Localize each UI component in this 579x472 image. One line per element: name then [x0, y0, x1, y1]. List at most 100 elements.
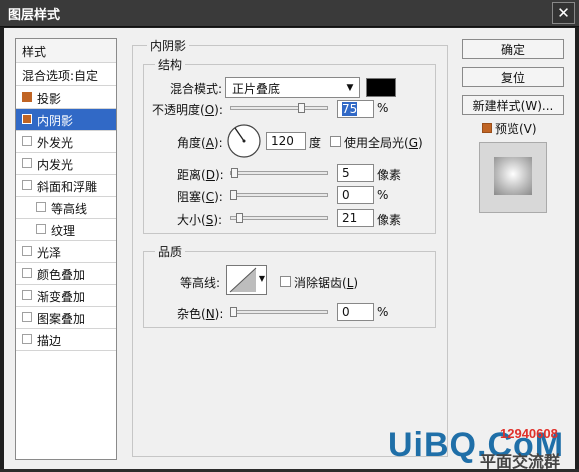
distance-input[interactable]: 5	[337, 164, 374, 182]
style-item-checkbox[interactable]	[22, 268, 32, 278]
style-item[interactable]: 渐变叠加	[16, 285, 116, 307]
style-item[interactable]: 图案叠加	[16, 307, 116, 329]
distance-slider-thumb[interactable]	[231, 168, 238, 178]
style-item-checkbox[interactable]	[22, 136, 32, 146]
style-item-label: 内阴影	[37, 114, 74, 128]
style-item-checkbox[interactable]	[36, 202, 46, 212]
opacity-slider-track[interactable]	[230, 106, 328, 110]
distance-slider-track[interactable]	[230, 171, 328, 175]
style-item-label: 纹理	[51, 224, 76, 238]
styles-header[interactable]: 样式	[16, 39, 116, 63]
styles-list: 样式 混合选项:自定 投影内阴影外发光内发光斜面和浮雕等高线纹理光泽颜色叠加渐变…	[15, 38, 117, 460]
quality-title: 品质	[155, 243, 186, 260]
style-item[interactable]: 内阴影	[16, 109, 116, 131]
blend-options-item[interactable]: 混合选项:自定	[16, 64, 116, 86]
opacity-slider-thumb[interactable]	[298, 103, 305, 113]
style-item-checkbox[interactable]	[22, 312, 32, 322]
style-item-checkbox[interactable]	[22, 290, 32, 300]
style-item[interactable]: 描边	[16, 329, 116, 351]
angle-label: 角度(A):	[177, 136, 223, 150]
layer-style-dialog: 图层样式 ✕ 样式 混合选项:自定 投影 内阴影 外发光 内发光 斜面和浮雕 等高线 纹理光…	[0, 0, 579, 471]
section-title: 内阴影	[147, 37, 190, 54]
style-item-label: 内发光	[37, 158, 74, 172]
preview-thumbnail	[479, 142, 547, 213]
style-item[interactable]: 等高线	[16, 197, 116, 219]
preview-label: 预览(V)	[495, 122, 537, 136]
noise-slider-thumb[interactable]	[230, 307, 237, 317]
style-item-checkbox[interactable]	[22, 92, 32, 102]
style-item-label: 描边	[37, 334, 62, 348]
size-unit: 像素	[377, 213, 402, 227]
watermark-number: 12940608	[500, 426, 558, 441]
choke-unit: %	[377, 188, 389, 202]
style-item-checkbox[interactable]	[36, 224, 46, 234]
styles-header-label: 样式	[22, 45, 47, 59]
style-item[interactable]: 内发光	[16, 153, 116, 175]
angle-input[interactable]: 120	[266, 132, 306, 150]
ok-button[interactable]: 确定	[462, 39, 564, 59]
contour-picker[interactable]: ▼	[226, 265, 267, 295]
distance-unit: 像素	[377, 168, 402, 182]
new-style-button[interactable]: 新建样式(W)...	[462, 95, 564, 115]
style-item-label: 渐变叠加	[37, 290, 86, 304]
style-item-label: 等高线	[51, 202, 88, 216]
contour-label: 等高线:	[180, 276, 221, 290]
size-input[interactable]: 21	[337, 209, 374, 227]
opacity-input[interactable]: 75	[337, 100, 374, 118]
style-item-checkbox[interactable]	[22, 334, 32, 344]
style-item[interactable]: 光泽	[16, 241, 116, 263]
opacity-unit: %	[377, 101, 389, 115]
style-item[interactable]: 纹理	[16, 219, 116, 241]
angle-unit: 度	[309, 136, 322, 150]
contour-curve-icon	[229, 267, 257, 293]
blend-options-label: 混合选项:自定	[22, 69, 99, 83]
style-item[interactable]: 外发光	[16, 131, 116, 153]
choke-input[interactable]: 0	[337, 186, 374, 204]
size-slider-thumb[interactable]	[236, 213, 243, 223]
size-label: 大小(S):	[177, 213, 223, 227]
angle-dial[interactable]	[226, 123, 262, 159]
style-item[interactable]: 颜色叠加	[16, 263, 116, 285]
chevron-down-icon: ▼	[346, 82, 354, 93]
style-item-checkbox[interactable]	[22, 246, 32, 256]
style-item-label: 斜面和浮雕	[37, 180, 98, 194]
preview-checkbox[interactable]	[482, 123, 492, 133]
style-item[interactable]: 斜面和浮雕	[16, 175, 116, 197]
choke-slider-thumb[interactable]	[230, 190, 237, 200]
style-item-checkbox[interactable]	[22, 180, 32, 190]
style-item-label: 光泽	[37, 246, 62, 260]
reset-button[interactable]: 复位	[462, 67, 564, 87]
blend-mode-label: 混合模式:	[170, 82, 223, 96]
style-item-label: 投影	[37, 92, 62, 106]
blend-mode-select[interactable]: 正片叠底 ▼	[225, 77, 360, 98]
noise-label: 杂色(N):	[177, 307, 224, 321]
style-item-label: 图案叠加	[37, 312, 86, 326]
close-button[interactable]: ✕	[552, 2, 575, 24]
global-light-checkbox[interactable]	[330, 136, 341, 147]
close-icon: ✕	[557, 4, 570, 22]
size-slider-track[interactable]	[230, 216, 328, 220]
choke-slider-track[interactable]	[230, 193, 328, 197]
title-bar: 图层样式 ✕	[0, 0, 579, 27]
contour-dropdown-icon: ▼	[258, 274, 265, 283]
noise-slider-track[interactable]	[230, 310, 328, 314]
noise-input[interactable]: 0	[337, 303, 374, 321]
antialias-checkbox[interactable]	[280, 276, 291, 287]
style-item[interactable]: 投影	[16, 87, 116, 109]
watermark-subtext: 平面交流群	[480, 454, 561, 471]
structure-title: 结构	[155, 56, 186, 73]
blend-mode-value: 正片叠底	[232, 82, 281, 96]
global-light-label: 使用全局光(G)	[344, 136, 423, 150]
antialias-label: 消除锯齿(L)	[294, 276, 359, 290]
distance-label: 距离(D):	[177, 168, 224, 182]
shadow-color-swatch[interactable]	[366, 78, 396, 97]
preview-swatch	[494, 157, 532, 195]
style-item-checkbox[interactable]	[22, 114, 32, 124]
style-item-checkbox[interactable]	[22, 158, 32, 168]
opacity-label: 不透明度(O):	[152, 103, 223, 117]
choke-label: 阻塞(C):	[177, 190, 223, 204]
style-item-label: 颜色叠加	[37, 268, 86, 282]
dialog-title: 图层样式	[8, 8, 61, 23]
noise-unit: %	[377, 305, 389, 319]
style-item-label: 外发光	[37, 136, 74, 150]
